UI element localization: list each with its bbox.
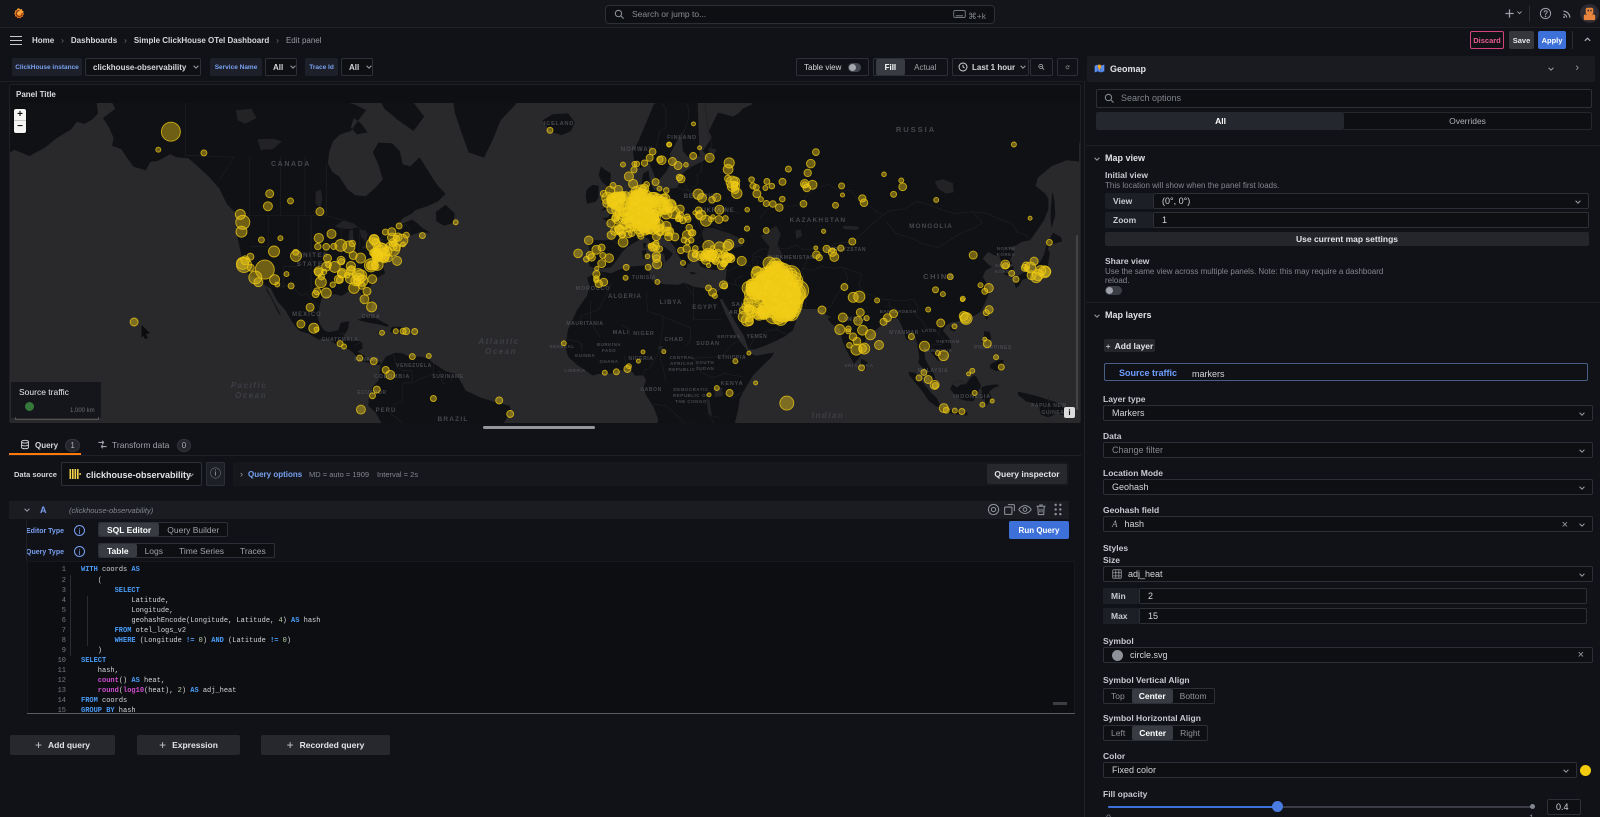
svg-text:FASO: FASO: [602, 348, 616, 353]
svg-text:ALGERIA: ALGERIA: [608, 294, 642, 300]
svg-text:RUSSIA: RUSSIA: [896, 125, 936, 134]
svg-text:GUINEA: GUINEA: [1041, 410, 1064, 416]
svg-text:PHILIPPINES: PHILIPPINES: [974, 345, 1012, 351]
svg-text:ETHIOPIA: ETHIOPIA: [718, 355, 746, 361]
svg-text:Atlantic: Atlantic: [477, 337, 519, 346]
svg-text:GABON: GABON: [640, 387, 662, 393]
svg-text:AFRICAN: AFRICAN: [670, 361, 694, 366]
svg-text:REPUBLIC OF: REPUBLIC OF: [673, 393, 709, 398]
svg-text:VENEZUELA: VENEZUELA: [396, 363, 432, 369]
svg-text:BRAZIL: BRAZIL: [437, 416, 468, 423]
svg-text:REPUBLIC: REPUBLIC: [668, 367, 695, 372]
svg-text:THE CONGO: THE CONGO: [675, 399, 707, 404]
svg-text:LIBERIA: LIBERIA: [564, 368, 586, 373]
svg-text:GUINEA: GUINEA: [575, 353, 596, 358]
svg-text:LIBYA: LIBYA: [660, 300, 682, 306]
svg-text:GHANA: GHANA: [600, 359, 619, 364]
svg-text:PAPUA NEW: PAPUA NEW: [1031, 403, 1066, 409]
svg-text:MALI: MALI: [613, 330, 630, 336]
svg-text:MOROCCO: MOROCCO: [576, 286, 611, 292]
svg-text:NIGERIA: NIGERIA: [628, 356, 653, 362]
svg-text:Indian: Indian: [812, 411, 845, 420]
svg-text:MEXICO: MEXICO: [292, 312, 322, 318]
svg-text:CENTRAL: CENTRAL: [670, 355, 695, 360]
svg-text:NORTH: NORTH: [997, 246, 1016, 251]
svg-text:EGYPT: EGYPT: [692, 305, 717, 311]
svg-text:KAZAKHSTAN: KAZAKHSTAN: [790, 217, 847, 224]
svg-text:MONGOLIA: MONGOLIA: [909, 223, 953, 230]
svg-text:MAURITANIA: MAURITANIA: [566, 321, 603, 327]
svg-text:ERITREA: ERITREA: [717, 334, 741, 339]
svg-text:KENYA: KENYA: [721, 381, 744, 387]
svg-text:KOREA: KOREA: [997, 252, 1016, 257]
svg-text:SOUTH: SOUTH: [696, 360, 714, 365]
svg-text:TUNISIA: TUNISIA: [632, 275, 656, 281]
svg-text:FINLAND: FINLAND: [667, 135, 697, 141]
svg-text:DEMOCRATIC: DEMOCRATIC: [673, 387, 708, 392]
svg-text:CUBA: CUBA: [361, 314, 380, 320]
svg-text:YEMEN: YEMEN: [747, 334, 768, 340]
svg-text:CHAD: CHAD: [664, 337, 683, 343]
svg-text:Pacific: Pacific: [231, 381, 267, 390]
svg-text:Ocean: Ocean: [235, 391, 267, 400]
svg-text:INDONESIA: INDONESIA: [953, 394, 991, 400]
svg-text:CANADA: CANADA: [271, 161, 311, 168]
svg-text:Ocean: Ocean: [485, 347, 517, 356]
svg-text:SUDAN: SUDAN: [696, 341, 720, 347]
svg-text:SUDAN: SUDAN: [696, 366, 715, 371]
svg-text:SURINAME: SURINAME: [432, 374, 464, 380]
svg-text:PERU: PERU: [376, 408, 397, 414]
svg-text:BURKINA: BURKINA: [597, 342, 621, 347]
svg-text:VIETNAM: VIETNAM: [936, 339, 960, 344]
svg-text:NIGER: NIGER: [633, 331, 654, 337]
svg-text:LAOS: LAOS: [922, 328, 937, 333]
svg-text:NORWAY: NORWAY: [621, 147, 653, 153]
svg-text:ICELAND: ICELAND: [544, 121, 574, 127]
